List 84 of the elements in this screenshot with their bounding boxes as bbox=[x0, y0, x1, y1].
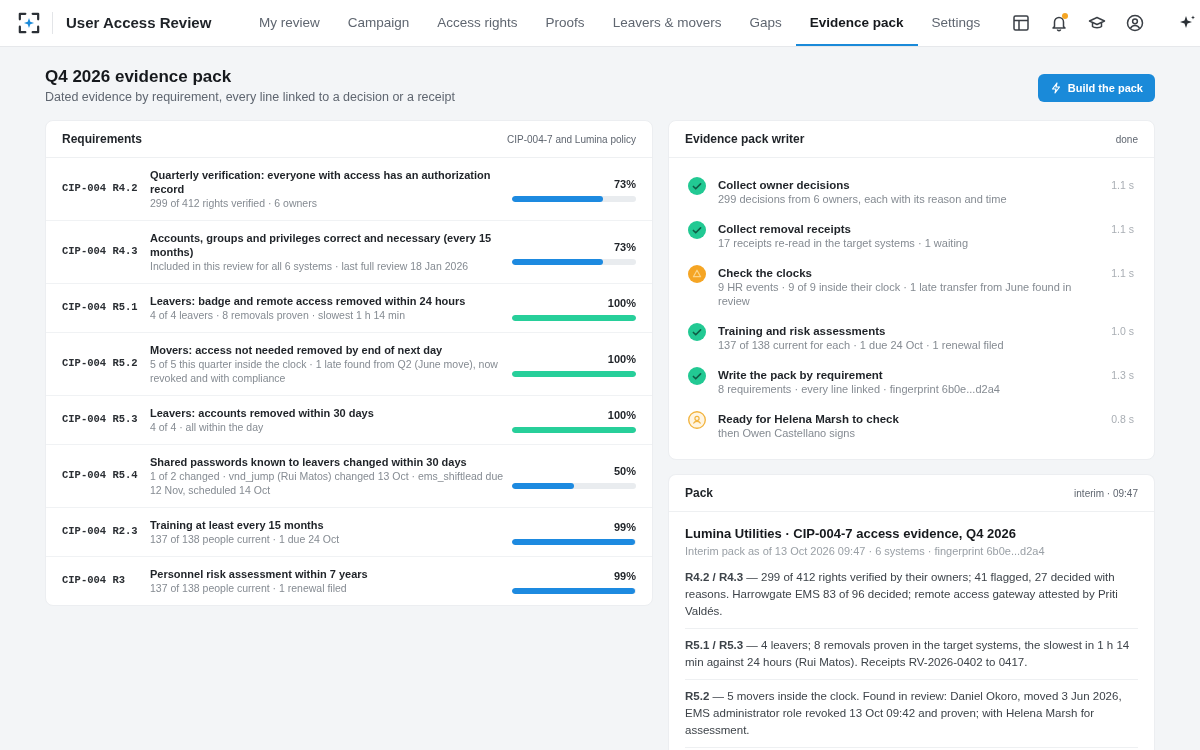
requirement-detail: 137 of 138 people current · 1 due 24 Oct bbox=[150, 532, 341, 546]
step-duration: 0.8 s bbox=[1111, 412, 1134, 426]
step-detail: 8 requirements · every line linked · fingerprint 6b0e...d2a4 bbox=[718, 382, 1001, 396]
warning-circle-icon bbox=[688, 265, 706, 283]
requirement-code: CIP-004 R4.2 bbox=[62, 181, 139, 197]
percent-label: 99% bbox=[613, 519, 636, 534]
step-duration: 1.0 s bbox=[1111, 324, 1134, 338]
nav-tab[interactable]: My review bbox=[245, 0, 334, 46]
requirement-detail: 5 of 5 this quarter inside the clock · 1 late found from Q2 (June move), now revoked and with compliance bbox=[150, 357, 499, 385]
requirement-code: CIP-004 R4.3 bbox=[62, 244, 139, 260]
requirement-title: Accounts, groups and privileges correct and necessary (every 15 months) bbox=[150, 231, 493, 259]
card-title: Requirements bbox=[62, 131, 143, 148]
writer-status-label: done bbox=[1115, 132, 1138, 147]
requirement-title: Quarterly verification: everyone with access has an authorization record bbox=[150, 168, 492, 196]
requirement-code: CIP-004 R5.3 bbox=[62, 412, 139, 428]
step-duration: 1.1 s bbox=[1111, 222, 1134, 236]
step-detail: 9 HR events · 9 of 9 inside their clock · 1 late transfer from June found in review bbox=[718, 280, 1073, 308]
card-title: Evidence pack writer bbox=[685, 131, 805, 148]
card-source-label: CIP-004-7 and Lumina policy bbox=[507, 132, 636, 147]
percent-label: 73% bbox=[613, 176, 636, 191]
requirement-code: CIP-004 R5.1 bbox=[62, 300, 139, 316]
nav-tab[interactable]: Evidence pack bbox=[795, 0, 918, 46]
step-duration: 1.3 s bbox=[1111, 368, 1134, 382]
requirement-detail: Included in this review for all 6 systems · last full review 18 Jan 2026 bbox=[150, 259, 470, 273]
requirement-title: Personnel risk assessment within 7 years bbox=[150, 567, 369, 581]
card-title: Pack bbox=[685, 485, 714, 502]
percent-label: 99% bbox=[613, 568, 636, 583]
requirement-detail: 4 of 4 leavers · 8 removals proven · slowest 1 h 14 min bbox=[150, 308, 407, 322]
step-duration: 1.1 s bbox=[1111, 178, 1134, 192]
requirement-title: Movers: access not needed removed by end of next day bbox=[150, 343, 444, 357]
nav-tab[interactable]: Access rights bbox=[423, 0, 532, 46]
step-title: Check the clocks bbox=[718, 266, 813, 280]
requirement-title: Leavers: badge and remote access removed within 24 hours bbox=[150, 294, 467, 308]
person-circle-icon bbox=[688, 411, 706, 429]
user-icon[interactable] bbox=[1126, 14, 1144, 32]
requirement-title: Leavers: accounts removed within 30 days bbox=[150, 406, 375, 420]
requirement-title: Shared passwords known to leavers changed within 30 days bbox=[150, 455, 468, 469]
nav-tab[interactable]: Settings bbox=[917, 0, 995, 46]
pack-paragraph: R5.1 / R5.3 — 4 leavers; 8 removals proven in the target systems, the slowest in 1 h 14 min against 24 hours (Rui Matos). Receipts RV-2026-0402 to 0417. bbox=[685, 629, 1138, 680]
percent-label: 100% bbox=[607, 295, 636, 310]
requirement-detail: 137 of 138 people current · 1 renewal filed bbox=[150, 581, 348, 595]
percent-label: 100% bbox=[607, 407, 636, 422]
step-title: Write the pack by requirement bbox=[718, 368, 884, 382]
nav-tab[interactable]: Leavers & movers bbox=[598, 0, 736, 46]
nav-tab[interactable]: Campaign bbox=[333, 0, 424, 46]
check-circle-icon bbox=[688, 221, 706, 239]
step-detail: 17 receipts re-read in the target systems · 1 waiting bbox=[718, 236, 970, 250]
requirement-code: CIP-004 R2.3 bbox=[62, 524, 139, 540]
page-subtitle: Dated evidence by requirement, every line linked to a decision or a receipt bbox=[45, 89, 455, 105]
percent-label: 100% bbox=[607, 351, 636, 366]
step-title: Training and risk assessments bbox=[718, 324, 887, 338]
step-duration: 1.1 s bbox=[1111, 266, 1134, 280]
requirement-detail: 4 of 4 · all within the day bbox=[150, 420, 265, 434]
pack-paragraph: R5.2 — 5 movers inside the clock. Found in review: Daniel Okoro, moved 3 Jun 2026, EMS administrator role revoked 13 Oct 09:42 and proven; with Helena Marsh for assessment. bbox=[685, 680, 1138, 748]
lightning-icon bbox=[1049, 82, 1062, 94]
step-detail: 299 decisions from 6 owners, each with its reason and time bbox=[718, 192, 1008, 206]
percent-label: 50% bbox=[613, 463, 636, 478]
requirement-code: CIP-004 R5.2 bbox=[62, 356, 139, 372]
check-circle-icon bbox=[688, 177, 706, 195]
requirement-detail: 1 of 2 changed · vnd_jump (Rui Matos) changed 13 Oct · ems_shiftlead due 12 Nov, scheduled 14 Oct bbox=[150, 469, 505, 497]
pack-paragraph: R4.2 / R4.3 — 299 of 412 rights verified by their owners; 41 flagged, 27 decided with reasons. Harrowgate EMS 83 of 96 decided; remote access gateway attested by Priti Valdés. bbox=[685, 561, 1138, 629]
percent-label: 73% bbox=[613, 239, 636, 254]
notifications-icon[interactable] bbox=[1050, 14, 1068, 32]
step-title: Collect owner decisions bbox=[718, 178, 851, 192]
requirement-title: Training at least every 15 months bbox=[150, 518, 325, 532]
step-detail: 137 of 138 current for each · 1 due 24 Oct · 1 renewal filed bbox=[718, 338, 1005, 352]
page-title: Q4 2026 evidence pack bbox=[45, 66, 233, 87]
check-circle-icon bbox=[688, 323, 706, 341]
requirement-code: CIP-004 R5.4 bbox=[62, 468, 139, 484]
requirement-code: CIP-004 R3 bbox=[62, 573, 126, 589]
step-detail: then Owen Castellano signs bbox=[718, 426, 856, 440]
app-title: User Access Review bbox=[66, 12, 213, 33]
pack-meta: Interim pack as of 13 Oct 2026 09:47 · 6 systems · fingerprint 6b0e...d2a4 bbox=[685, 544, 1046, 558]
nav-tab[interactable]: Gaps bbox=[735, 0, 796, 46]
requirement-detail: 299 of 412 rights verified · 6 owners bbox=[150, 196, 318, 210]
step-title: Collect removal receipts bbox=[718, 222, 852, 236]
pack-heading: Lumina Utilities · CIP-004-7 access evidence, Q4 2026 bbox=[685, 525, 1017, 543]
layout-icon[interactable] bbox=[1012, 14, 1030, 32]
nav-tab[interactable]: Proofs bbox=[531, 0, 599, 46]
build-pack-button[interactable]: Build the pack bbox=[1037, 74, 1155, 102]
check-circle-icon bbox=[688, 367, 706, 385]
step-title: Ready for Helena Marsh to check bbox=[718, 412, 900, 426]
app-logo-icon bbox=[18, 12, 40, 34]
pack-status-label: interim · 09:47 bbox=[1074, 486, 1138, 501]
